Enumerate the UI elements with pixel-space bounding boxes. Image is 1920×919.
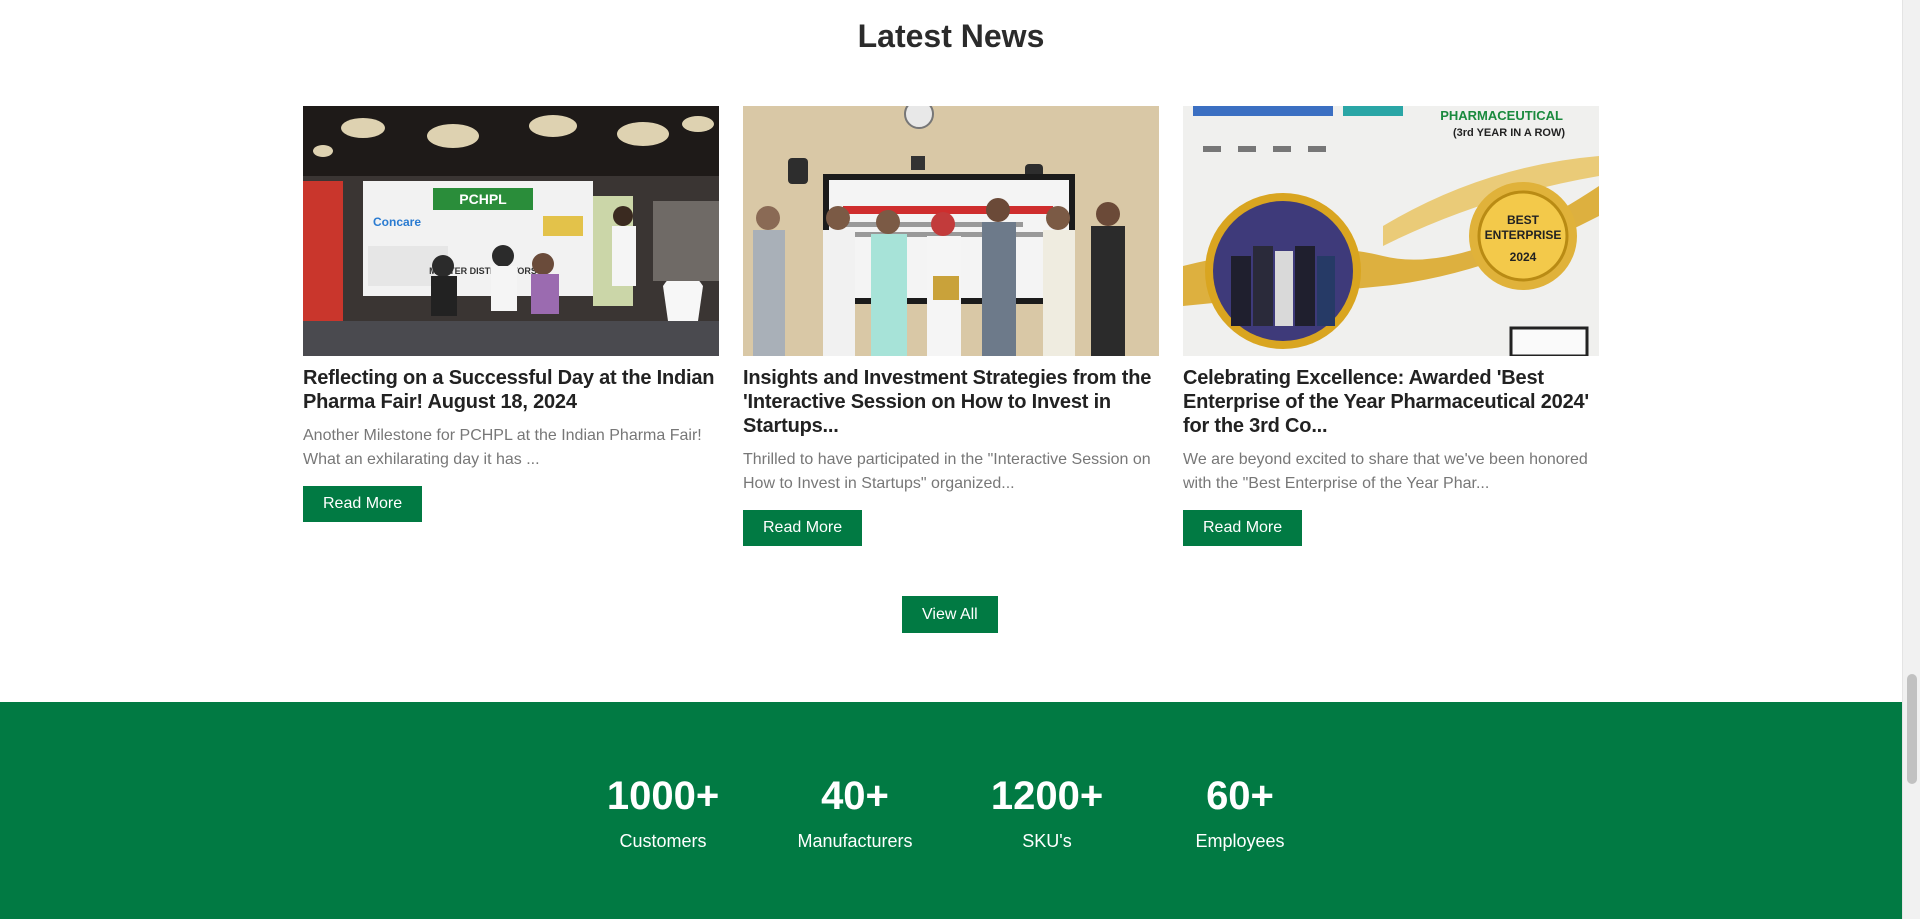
news-card: PHARMACEUTICAL (3rd YEAR IN A ROW) BEST …: [1183, 106, 1599, 546]
news-card: PCHPL Concare MASTER DISTRIBUTORS Reflec…: [303, 106, 719, 522]
stat-value: 1200+: [990, 774, 1104, 818]
stat-skus: 1200+ SKU's: [972, 772, 1122, 852]
read-more-button[interactable]: Read More: [1183, 510, 1303, 546]
stat-label: SKU's: [1022, 831, 1072, 851]
stat-label: Manufacturers: [797, 831, 913, 851]
badge-line1: BEST: [1507, 213, 1540, 227]
banner-text: PCHPL: [459, 191, 507, 207]
news-excerpt: We are beyond excited to share that we'v…: [1183, 451, 1588, 492]
section-title: Latest News: [857, 18, 1045, 54]
badge-line2: ENTERPRISE: [1485, 228, 1562, 242]
award-subheading: (3rd YEAR IN A ROW): [1453, 127, 1565, 139]
page: Latest News PCHPL Concare MASTER DISTRIB…: [0, 0, 1920, 919]
news-excerpt: Another Milestone for PCHPL at the India…: [303, 427, 702, 468]
news-image-award[interactable]: PHARMACEUTICAL (3rd YEAR IN A ROW) BEST …: [1183, 106, 1599, 356]
stat-value: 1000+: [606, 774, 720, 818]
stat-value: 60+: [1206, 774, 1274, 818]
stat-employees: 60+ Employees: [1165, 772, 1315, 852]
stat-customers: 1000+ Customers: [588, 772, 738, 852]
news-image-pharma-fair[interactable]: PCHPL Concare MASTER DISTRIBUTORS: [303, 106, 719, 356]
read-more-button[interactable]: Read More: [743, 510, 863, 546]
stats-section: 1000+ Customers 40+ Manufacturers 1200+ …: [0, 702, 1902, 919]
news-title[interactable]: Celebrating Excellence: Awarded 'Best En…: [1183, 366, 1599, 438]
read-more-button[interactable]: Read More: [303, 486, 423, 522]
stat-value: 40+: [821, 774, 889, 818]
award-heading: PHARMACEUTICAL: [1440, 108, 1563, 123]
stat-manufacturers: 40+ Manufacturers: [780, 772, 930, 852]
stat-label: Customers: [619, 831, 707, 851]
stat-label: Employees: [1195, 831, 1285, 851]
news-title[interactable]: Reflecting on a Successful Day at the In…: [303, 366, 719, 414]
news-title[interactable]: Insights and Investment Strategies from …: [743, 366, 1159, 438]
scrollbar-thumb[interactable]: [1907, 674, 1917, 784]
page-scrollbar[interactable]: [1902, 0, 1920, 919]
news-card: Insights and Investment Strategies from …: [743, 106, 1159, 546]
brand-text: Concare: [373, 215, 421, 229]
news-image-startup-session[interactable]: [743, 106, 1159, 356]
badge-year: 2024: [1510, 250, 1537, 264]
news-excerpt: Thrilled to have participated in the "In…: [743, 451, 1151, 492]
view-all-button[interactable]: View All: [902, 596, 998, 633]
